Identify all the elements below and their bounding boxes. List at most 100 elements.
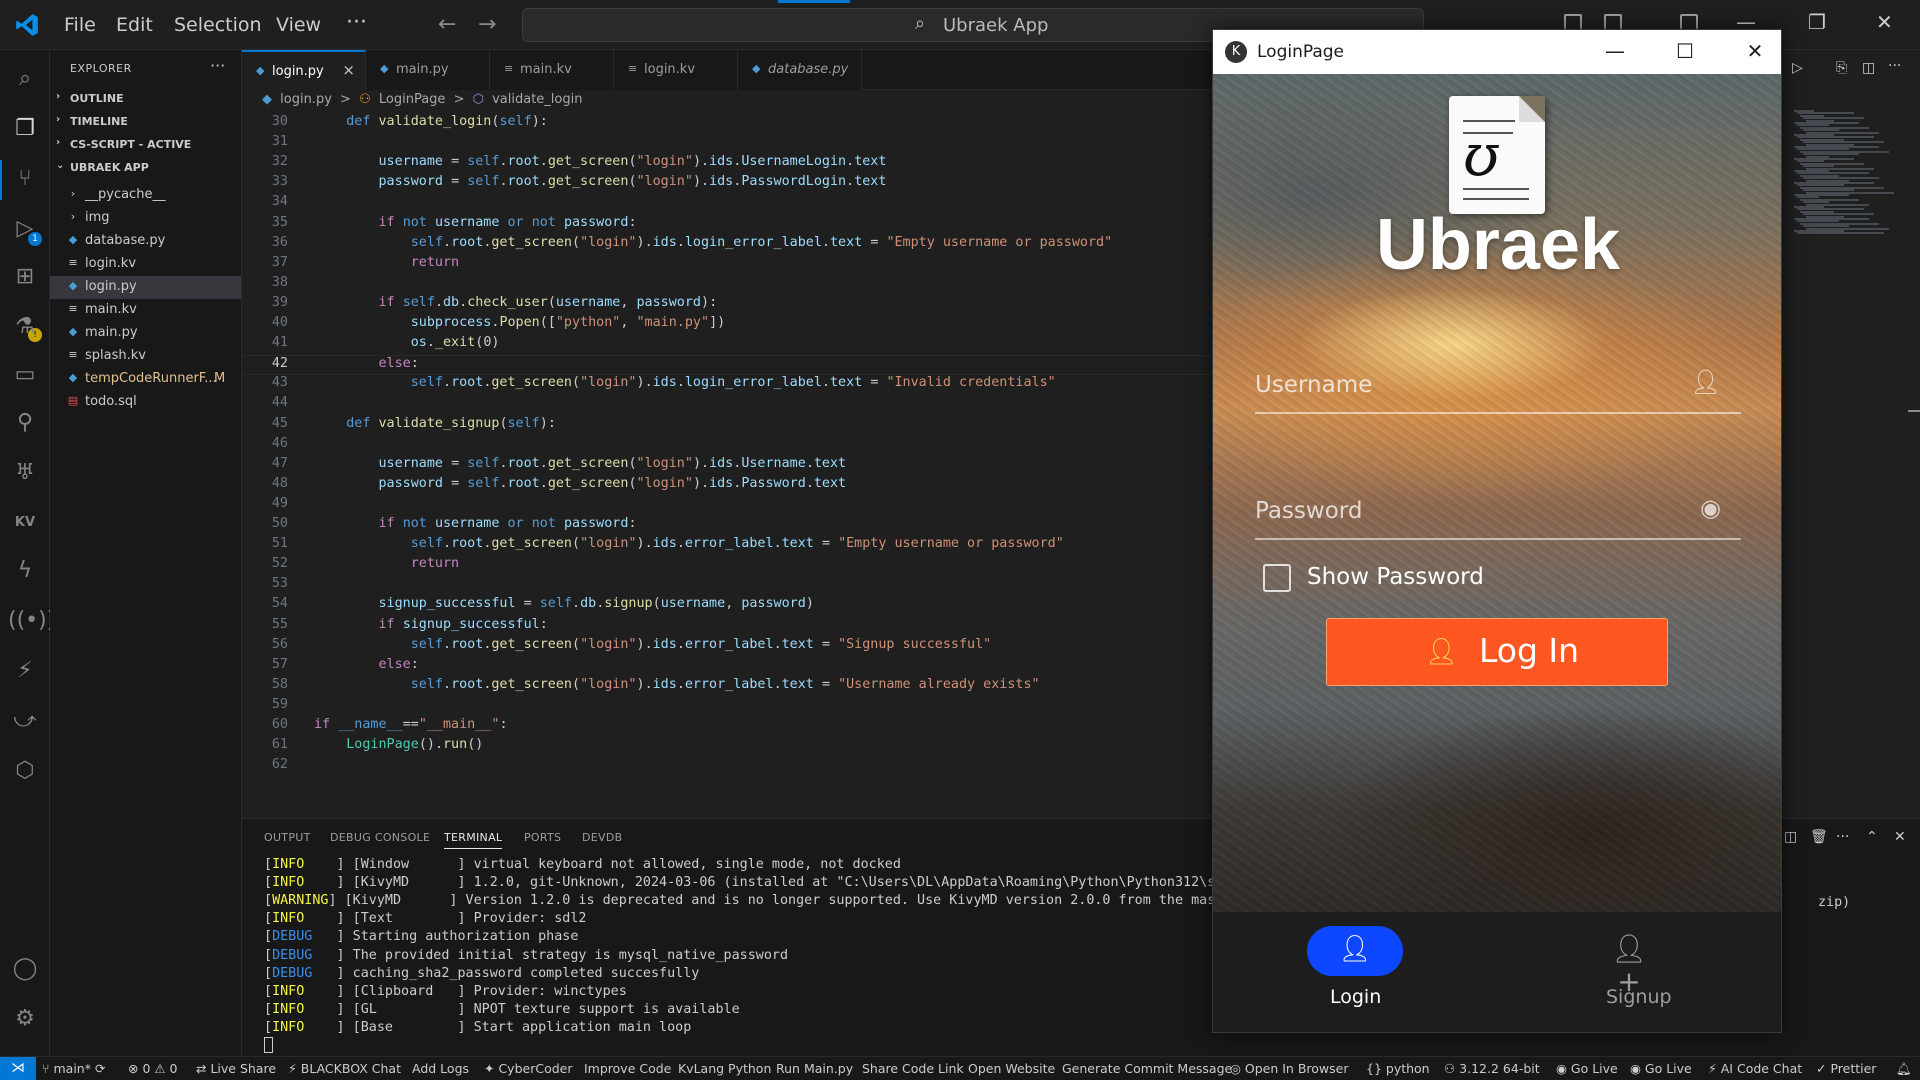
code-line[interactable]: 53 bbox=[242, 576, 1212, 596]
problems-indicator[interactable]: ⊗ 0 ⚠ 0 bbox=[128, 1061, 178, 1076]
tab-debug-console[interactable]: DEBUG CONSOLE bbox=[330, 831, 430, 844]
code-line[interactable]: 35 if not username or not password: bbox=[242, 215, 1212, 235]
testing-flask-icon[interactable]: ⚗ bbox=[8, 310, 42, 344]
git-branch[interactable]: ⑂ main* ⟳ bbox=[42, 1061, 105, 1076]
code-line[interactable]: 30 def validate_login(self): bbox=[242, 114, 1212, 134]
menu-file[interactable]: File bbox=[64, 14, 96, 36]
python-icon[interactable]: ♅ bbox=[8, 456, 42, 490]
folder-item[interactable]: › __pycache__ bbox=[50, 184, 241, 207]
kivy-icon[interactable]: KV bbox=[8, 506, 42, 540]
eye-off-icon[interactable]: ◉ bbox=[1700, 494, 1721, 522]
close-panel-icon[interactable]: ✕ bbox=[1894, 829, 1906, 845]
status-item[interactable]: Share Code Link bbox=[862, 1061, 964, 1076]
code-line[interactable]: 38 bbox=[242, 275, 1212, 295]
folder-item[interactable]: › img bbox=[50, 207, 241, 230]
remote-icon[interactable]: ⋊ bbox=[0, 1057, 36, 1080]
open-changes-icon[interactable]: ⎘ bbox=[1836, 60, 1847, 76]
split-editor-icon[interactable]: ◫ bbox=[1862, 60, 1875, 76]
scrollbar-marker[interactable] bbox=[1908, 410, 1920, 412]
project-section[interactable]: ⌄ UBRAEK APP bbox=[50, 157, 241, 179]
source-control-icon[interactable]: ⑂ bbox=[8, 162, 42, 196]
tab-database-py[interactable]: ◆ database.py bbox=[738, 50, 862, 90]
remote-explorer-icon[interactable]: ▭ bbox=[8, 358, 42, 392]
status-item[interactable]: ◉ Go Live bbox=[1630, 1061, 1692, 1076]
close-tab-icon[interactable]: × bbox=[342, 61, 355, 79]
file-item[interactable]: ◆ database.py bbox=[50, 230, 241, 253]
git-graph-icon[interactable]: ⚲ bbox=[8, 406, 42, 440]
tab-login-py[interactable]: ◆ login.py × bbox=[242, 50, 366, 90]
menu-selection[interactable]: Selection bbox=[174, 14, 262, 36]
close-icon[interactable]: ✕ bbox=[1876, 10, 1893, 34]
code-line[interactable]: 62 bbox=[242, 757, 1212, 777]
menu-edit[interactable]: Edit bbox=[116, 14, 153, 36]
status-item[interactable]: Open Website bbox=[968, 1061, 1055, 1076]
code-line[interactable]: 58 self.root.get_screen("login").ids.err… bbox=[242, 677, 1212, 697]
menu-more-button[interactable]: ··· bbox=[346, 10, 367, 35]
code-line[interactable]: 54 signup_successful = self.db.signup(us… bbox=[242, 596, 1212, 616]
code-line[interactable]: 43 self.root.get_screen("login").ids.log… bbox=[242, 375, 1212, 395]
code-line[interactable]: 60 if __name__=="__main__": bbox=[242, 717, 1212, 737]
status-item[interactable]: ⚡ AI Code Chat bbox=[1708, 1061, 1802, 1076]
broadcast-icon[interactable]: ((•)) bbox=[8, 604, 55, 638]
explorer-files-icon[interactable]: ❐ bbox=[8, 112, 42, 146]
code-line[interactable]: 40 subprocess.Popen(["python", "main.py"… bbox=[242, 315, 1212, 335]
status-item[interactable]: ✦ CyberCoder bbox=[484, 1061, 572, 1076]
share-arrow-icon[interactable]: ⤻ bbox=[8, 704, 42, 738]
status-item[interactable]: ◉ Go Live bbox=[1556, 1061, 1618, 1076]
run-icon[interactable]: ▷ bbox=[1792, 60, 1803, 76]
code-line[interactable]: 59 bbox=[242, 697, 1212, 717]
restore-icon[interactable]: ❐ bbox=[1808, 10, 1826, 34]
file-item[interactable]: ◆ login.py bbox=[50, 276, 241, 299]
username-field[interactable]: Username 👤︎ bbox=[1255, 354, 1741, 414]
back-arrow-icon[interactable]: ← bbox=[438, 12, 456, 37]
notifications-bell-icon[interactable]: 🔔︎ bbox=[1896, 1061, 1912, 1077]
breadcrumb-method[interactable]: validate_login bbox=[492, 92, 582, 107]
timeline-section[interactable]: › TIMELINE bbox=[50, 111, 241, 133]
code-line[interactable]: 42 else: bbox=[242, 355, 1212, 376]
code-line[interactable]: 37 return bbox=[242, 255, 1212, 275]
split-terminal-icon[interactable]: ◫ bbox=[1784, 829, 1797, 845]
kivy-close-icon[interactable]: ✕ bbox=[1735, 36, 1775, 66]
nav-login-pill[interactable]: 👤︎ bbox=[1307, 926, 1403, 976]
breadcrumb-file[interactable]: login.py bbox=[280, 92, 332, 107]
code-line[interactable]: 55 if signup_successful: bbox=[242, 617, 1212, 637]
breadcrumb-class[interactable]: LoginPage bbox=[379, 92, 446, 107]
tab-devdb[interactable]: DEVDB bbox=[582, 831, 622, 844]
file-item[interactable]: ≡ splash.kv bbox=[50, 345, 241, 368]
code-line[interactable]: 32 username = self.root.get_screen("logi… bbox=[242, 154, 1212, 174]
status-item[interactable]: Run Main.py bbox=[776, 1061, 853, 1076]
minimap[interactable] bbox=[1790, 110, 1894, 240]
cube-icon[interactable]: ⬡ bbox=[8, 754, 42, 788]
search-icon[interactable]: ⌕ bbox=[8, 62, 42, 96]
code-line[interactable]: 56 self.root.get_screen("login").ids.err… bbox=[242, 637, 1212, 657]
kivy-minimize-icon[interactable]: — bbox=[1595, 36, 1635, 66]
status-item[interactable]: KvLang Python bbox=[678, 1061, 771, 1076]
code-line[interactable]: 50 if not username or not password: bbox=[242, 516, 1212, 536]
flash-icon[interactable]: ⚡ bbox=[8, 654, 42, 688]
file-item[interactable]: ≡ main.kv bbox=[50, 299, 241, 322]
tab-login-kv[interactable]: ≡ login.kv bbox=[614, 50, 738, 90]
status-item[interactable]: Add Logs bbox=[412, 1061, 469, 1076]
code-line[interactable]: 44 bbox=[242, 395, 1212, 415]
explorer-more-button[interactable]: ··· bbox=[210, 56, 225, 75]
file-item[interactable]: ▤ todo.sql bbox=[50, 391, 241, 414]
code-line[interactable]: 49 bbox=[242, 496, 1212, 516]
forward-arrow-icon[interactable]: → bbox=[478, 12, 496, 37]
code-line[interactable]: 48 password = self.root.get_screen("logi… bbox=[242, 476, 1212, 496]
code-line[interactable]: 39 if self.db.check_user(username, passw… bbox=[242, 295, 1212, 315]
tab-terminal[interactable]: TERMINAL bbox=[444, 831, 503, 849]
code-line[interactable]: 47 username = self.root.get_screen("logi… bbox=[242, 456, 1212, 476]
tab-main-py[interactable]: ◆ main.py bbox=[366, 50, 490, 90]
trash-icon[interactable]: 🗑 bbox=[1810, 829, 1828, 845]
code-line[interactable]: 34 bbox=[242, 194, 1212, 214]
editor-more-icon[interactable]: ··· bbox=[1888, 58, 1901, 74]
run-debug-icon[interactable]: ▷ bbox=[8, 212, 42, 246]
code-line[interactable]: 61 LoginPage().run() bbox=[242, 737, 1212, 757]
status-item[interactable]: ⇄ Live Share bbox=[196, 1061, 276, 1076]
extensions-icon[interactable]: ⊞ bbox=[8, 260, 42, 294]
tab-main-kv[interactable]: ≡ main.kv bbox=[490, 50, 614, 90]
nav-signup-label[interactable]: Signup bbox=[1606, 986, 1672, 1008]
status-item[interactable]: Improve Code bbox=[584, 1061, 671, 1076]
status-item[interactable]: ◎ Open In Browser bbox=[1230, 1061, 1348, 1076]
code-line[interactable]: 41 os._exit(0) bbox=[242, 335, 1212, 355]
